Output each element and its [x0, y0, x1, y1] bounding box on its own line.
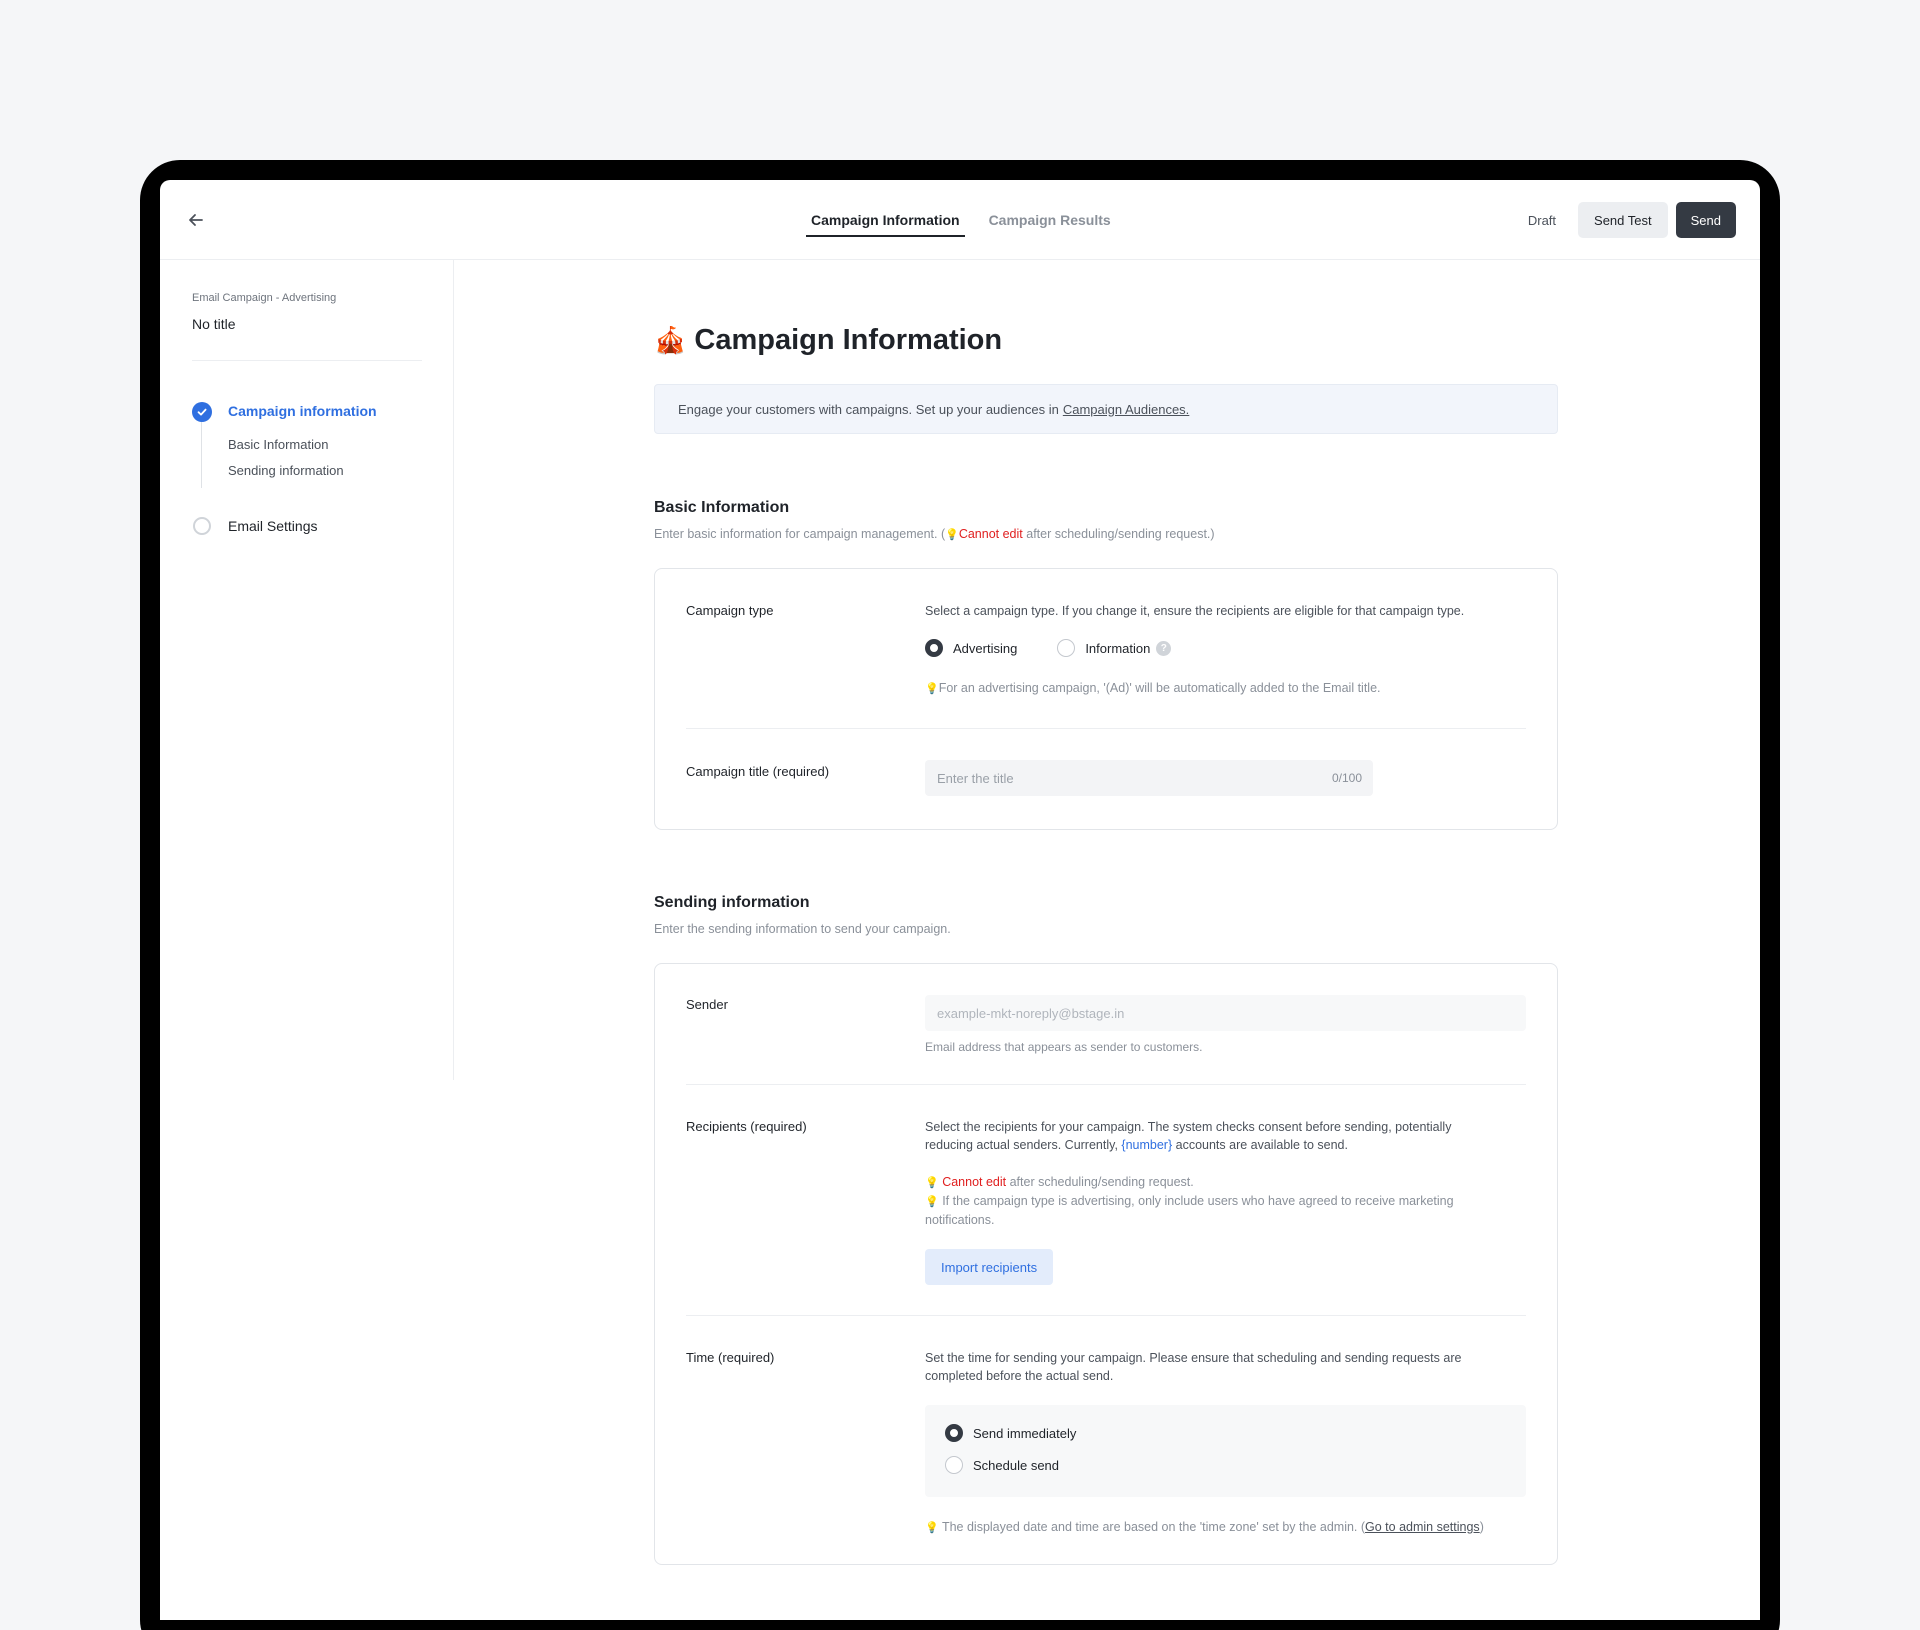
- campaign-type-hint: 💡For an advertising campaign, '(Ad)' wil…: [925, 679, 1381, 698]
- campaign-type-caption: Email Campaign - Advertising: [192, 292, 337, 304]
- sidebar-divider: [192, 360, 422, 361]
- circus-tent-icon: 🎪: [654, 325, 687, 355]
- radio-send-immediately[interactable]: Send immediately: [945, 1424, 1076, 1442]
- card-divider: [686, 728, 1526, 729]
- section-desc-basic: Enter basic information for campaign man…: [654, 527, 1215, 541]
- lightbulb-icon: 💡: [925, 1196, 939, 1208]
- cannot-edit-text: Cannot edit: [958, 527, 1023, 541]
- page-title-text: Campaign Information: [694, 324, 1003, 356]
- radio-label: Information: [1085, 640, 1151, 656]
- desc-text: reducing actual senders. Currently,: [925, 1138, 1122, 1152]
- back-button[interactable]: [182, 206, 210, 234]
- page-title: 🎪 Campaign Information: [654, 324, 1002, 357]
- section-desc-sending: Enter the sending information to send yo…: [654, 922, 951, 936]
- import-recipients-button[interactable]: Import recipients: [925, 1249, 1054, 1285]
- info-banner: Engage your customers with campaigns. Se…: [654, 384, 1558, 434]
- arrow-left-icon: [189, 214, 203, 226]
- send-test-button[interactable]: Send Test: [1578, 202, 1668, 238]
- section-title-basic: Basic Information: [654, 499, 790, 516]
- cannot-edit-text: Cannot edit: [942, 1175, 1007, 1189]
- recipients-desc-line: Select the recipients for your campaign.…: [925, 1120, 1452, 1134]
- campaign-type-description: Select a campaign type. If you change it…: [925, 604, 1465, 618]
- hint-text: For an advertising campaign, '(Ad)' will…: [938, 681, 1381, 695]
- lightbulb-icon: 💡: [925, 683, 939, 695]
- desc-text: Enter basic information for campaign man…: [654, 527, 946, 541]
- recipients-desc-line: reducing actual senders. Currently, {num…: [925, 1136, 1451, 1154]
- time-description: Set the time for sending your campaign. …: [925, 1349, 1461, 1385]
- radio-unselected-icon: [1057, 639, 1076, 657]
- card-divider: [686, 1315, 1526, 1316]
- recipients-hints: 💡 Cannot edit after scheduling/sending r…: [925, 1173, 1454, 1229]
- campaign-type-radio-group: Advertising Information ?: [925, 639, 1172, 657]
- check-circle-icon: [192, 402, 212, 422]
- time-hint: 💡 The displayed date and time are based …: [925, 1518, 1484, 1537]
- top-header: Campaign Information Campaign Results Dr…: [160, 180, 1760, 260]
- header-actions: Draft Send Test Send: [1528, 202, 1736, 238]
- basic-info-card: Campaign type Select a campaign type. If…: [654, 568, 1558, 830]
- section-title-sending: Sending information: [654, 894, 810, 911]
- radio-advertising[interactable]: Advertising: [925, 639, 1017, 657]
- radio-selected-icon: [945, 1424, 963, 1442]
- number-variable: {number}: [1121, 1138, 1173, 1152]
- campaign-type-label: Campaign type: [686, 603, 774, 618]
- campaign-title-label: Campaign title (required): [686, 764, 830, 779]
- sender-input: [925, 995, 1526, 1031]
- card-divider: [686, 1084, 1526, 1085]
- lightbulb-icon: 💡: [945, 529, 959, 541]
- recipients-hint-1: 💡 Cannot edit after scheduling/sending r…: [925, 1173, 1454, 1192]
- tab-bar: Campaign Information Campaign Results: [806, 180, 1135, 260]
- hint-text: The displayed date and time are based on…: [941, 1520, 1366, 1534]
- recipients-description: Select the recipients for your campaign.…: [925, 1118, 1451, 1154]
- radio-information[interactable]: Information: [1057, 639, 1150, 657]
- sidebar-item-sending-information[interactable]: Sending information: [228, 463, 344, 478]
- banner-text: Engage your customers with campaigns. Se…: [678, 401, 1059, 417]
- radio-schedule-send[interactable]: Schedule send: [945, 1456, 1059, 1474]
- hint-text: after scheduling/sending request.: [1006, 1175, 1194, 1189]
- hint-text: If the campaign type is advertising, onl…: [942, 1194, 1454, 1208]
- desc-text: accounts are available to send.: [1172, 1138, 1348, 1152]
- tab-campaign-results[interactable]: Campaign Results: [984, 180, 1116, 260]
- radio-label: Advertising: [953, 640, 1018, 656]
- help-icon[interactable]: ?: [1156, 640, 1172, 656]
- sidebar-step-campaign-information[interactable]: Campaign information: [228, 403, 377, 419]
- hint-text: ): [1479, 1520, 1484, 1534]
- lightbulb-icon: 💡: [925, 1522, 939, 1534]
- character-counter: 0/100: [1332, 771, 1363, 785]
- sender-label: Sender: [686, 997, 728, 1012]
- desc-suffix: after scheduling/sending request.): [1022, 527, 1215, 541]
- admin-settings-link[interactable]: Go to admin settings: [1365, 1520, 1480, 1534]
- campaign-title-input[interactable]: [925, 760, 1373, 796]
- radio-selected-icon: [925, 639, 943, 657]
- time-label: Time (required): [686, 1350, 775, 1365]
- recipients-label: Recipients (required): [686, 1119, 807, 1134]
- sidebar-item-basic-information[interactable]: Basic Information: [228, 437, 328, 452]
- tab-campaign-information[interactable]: Campaign Information: [806, 180, 965, 260]
- recipients-hint-2: 💡 If the campaign type is advertising, o…: [925, 1192, 1454, 1211]
- send-button[interactable]: Send: [1675, 202, 1736, 238]
- status-label: Draft: [1527, 212, 1557, 228]
- sender-hint: Email address that appears as sender to …: [925, 1040, 1203, 1054]
- radio-unselected-icon: [945, 1456, 963, 1474]
- hint-text: notifications.: [925, 1213, 995, 1227]
- empty-circle-icon: [193, 517, 211, 535]
- time-desc-line: completed before the actual send.: [925, 1369, 1114, 1383]
- lightbulb-icon: 💡: [925, 1177, 939, 1189]
- radio-label: Schedule send: [973, 1457, 1060, 1473]
- radio-label: Send immediately: [973, 1425, 1077, 1441]
- sending-info-card: Sender Email address that appears as sen…: [654, 963, 1558, 1565]
- send-time-options: Send immediately Schedule send: [925, 1405, 1526, 1497]
- campaign-audiences-link[interactable]: Campaign Audiences.: [1063, 402, 1189, 417]
- campaign-name: No title: [192, 316, 236, 332]
- sidebar: Email Campaign - Advertising No title Ca…: [160, 260, 454, 1080]
- step-connector: [201, 412, 202, 488]
- app-window: Campaign Information Campaign Results Dr…: [160, 180, 1760, 1620]
- sidebar-step-email-settings[interactable]: Email Settings: [228, 518, 317, 534]
- time-desc-line: Set the time for sending your campaign. …: [925, 1351, 1462, 1365]
